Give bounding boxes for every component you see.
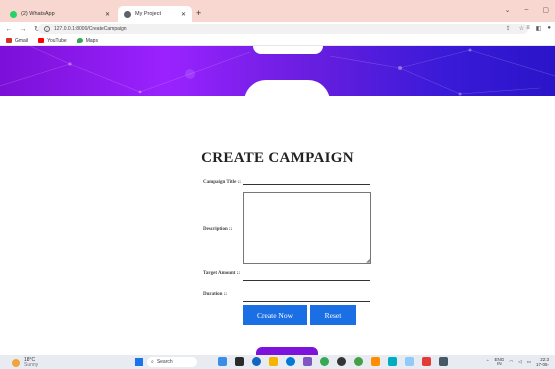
description-label: Description ::	[203, 227, 233, 232]
banner-notch	[253, 46, 323, 54]
edge-icon[interactable]	[252, 357, 261, 366]
app-icon[interactable]	[337, 357, 346, 366]
app-icon[interactable]	[388, 357, 397, 366]
maps-pin-icon	[76, 38, 83, 43]
bookmark-label: YouTube	[47, 37, 67, 44]
bookmarks-bar: Gmail YouTube Maps	[0, 36, 555, 46]
tab-whatsapp[interactable]: (2) WhatsApp ✕	[4, 6, 116, 22]
target-amount-input[interactable]	[243, 274, 370, 281]
app-icon[interactable]	[405, 357, 414, 366]
target-amount-label: Target Amount ::	[203, 271, 241, 276]
omnibox-actions: ⇪ ☆	[506, 25, 524, 32]
close-icon[interactable]: ✕	[105, 11, 110, 18]
create-now-button[interactable]: Create Now	[243, 305, 307, 325]
campaign-title-input[interactable]	[243, 178, 370, 185]
volume-icon[interactable]: ◁	[518, 359, 521, 365]
footer-decoration	[256, 347, 318, 355]
duration-input[interactable]	[243, 295, 370, 302]
app-icon[interactable]	[371, 357, 380, 366]
os-taskbar: 18°C Sunny ⌕ Search ⌃ ENG IN ◠ ◁ ▭ 22:3 …	[0, 355, 555, 369]
tab-label: My Project	[135, 11, 161, 17]
sidepanel-icon[interactable]: ◧	[536, 25, 542, 32]
whatsapp-icon[interactable]	[354, 357, 363, 366]
task-view-icon[interactable]	[235, 357, 244, 366]
new-tab-button[interactable]: +	[196, 7, 201, 19]
wifi-icon[interactable]: ◠	[509, 359, 513, 365]
minimize-icon[interactable]: –	[524, 6, 528, 14]
site-info-icon[interactable]: i	[44, 26, 50, 32]
duration-label: Duration ::	[203, 292, 228, 297]
lang-region: IN	[497, 361, 502, 366]
sun-icon	[12, 359, 20, 367]
hero-banner	[0, 46, 555, 96]
search-icon: ⌕	[151, 359, 154, 365]
whatsapp-icon	[10, 10, 17, 18]
bookmark-star-icon[interactable]: ☆	[519, 25, 524, 32]
resize-handle-icon[interactable]: ◢	[366, 259, 370, 264]
address-text: 127.0.0.1:8000/CreateCampaign	[54, 26, 127, 32]
banner-arch	[244, 80, 330, 96]
tab-my-project[interactable]: My Project ✕	[118, 6, 192, 22]
chevron-down-icon[interactable]: ⌄	[505, 6, 511, 14]
search-placeholder: Search	[156, 359, 173, 365]
description-textarea[interactable]	[243, 192, 371, 264]
campaign-title-label: Campaign Title ::	[203, 180, 241, 185]
window-controls: ⌄ – ▢	[505, 6, 549, 14]
extensions-icon[interactable]: ≡	[526, 25, 530, 32]
globe-icon	[124, 10, 131, 18]
reset-button[interactable]: Reset	[310, 305, 356, 325]
chevron-up-icon[interactable]: ⌃	[486, 359, 490, 365]
profile-icon[interactable]: ●	[547, 25, 551, 32]
bookmark-gmail[interactable]: Gmail	[6, 38, 28, 44]
restore-icon[interactable]: ▢	[542, 6, 549, 14]
bookmark-label: Maps	[85, 37, 98, 44]
app-icon[interactable]	[303, 357, 312, 366]
page-title: CREATE CAMPAIGN	[201, 150, 354, 166]
vscode-icon[interactable]	[286, 357, 295, 366]
gmail-icon	[6, 38, 12, 43]
system-tray: ⌃ ENG IN ◠ ◁ ▭ 22:3 17-05-	[486, 357, 549, 367]
browser-toolbar: ← → ↻ i 127.0.0.1:8000/CreateCampaign ⇪ …	[0, 22, 555, 36]
app-icon[interactable]	[422, 357, 431, 366]
bookmark-maps[interactable]: Maps	[76, 37, 98, 44]
weather-text-block: 18°C Sunny	[24, 358, 38, 368]
clock[interactable]: 22:3 17-05-	[536, 357, 549, 367]
language-indicator[interactable]: ENG IN	[495, 357, 505, 367]
bookmark-label: Gmail	[15, 37, 29, 44]
chrome-icon[interactable]	[320, 357, 329, 366]
battery-icon[interactable]: ▭	[527, 359, 531, 365]
back-icon[interactable]: ←	[4, 26, 14, 33]
forward-icon[interactable]: →	[18, 26, 28, 33]
tab-label: (2) WhatsApp	[21, 11, 55, 17]
app-icon[interactable]	[439, 357, 448, 366]
bookmark-youtube[interactable]: YouTube	[38, 38, 67, 44]
clock-date: 17-05-	[535, 362, 549, 367]
taskbar-search[interactable]: ⌕ Search	[147, 357, 197, 367]
widgets-icon[interactable]	[218, 357, 227, 366]
share-icon[interactable]: ⇪	[506, 25, 511, 32]
file-explorer-icon[interactable]	[269, 357, 278, 366]
taskbar-apps	[218, 357, 448, 366]
windows-start-icon[interactable]	[135, 358, 143, 366]
youtube-icon	[38, 38, 45, 43]
weather-widget[interactable]: 18°C Sunny	[12, 358, 38, 368]
browser-tab-strip: (2) WhatsApp ✕ My Project ✕ + ⌄ – ▢	[0, 0, 555, 22]
weather-condition: Sunny	[24, 362, 39, 368]
toolbar-right: ≡ ◧ ●	[526, 25, 551, 32]
close-icon[interactable]: ✕	[181, 11, 186, 18]
address-bar[interactable]: i 127.0.0.1:8000/CreateCampaign ⇪ ☆	[38, 24, 528, 34]
